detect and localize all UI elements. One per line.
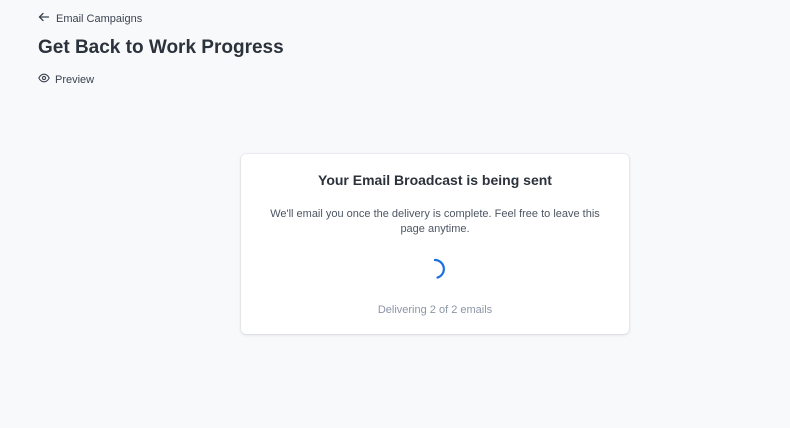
eye-icon [38, 72, 50, 87]
sending-status-card: Your Email Broadcast is being sent We'll… [241, 154, 629, 334]
delivery-status-text: Delivering 2 of 2 emails [377, 304, 493, 316]
preview-label: Preview [55, 73, 95, 86]
page-title: Get Back to Work Progress [38, 37, 284, 58]
loading-spinner-icon [423, 257, 447, 281]
card-message: We'll email you once the delivery is com… [270, 208, 600, 235]
arrow-left-icon [38, 11, 50, 26]
back-link[interactable]: Email Campaigns [38, 11, 142, 26]
back-link-label: Email Campaigns [56, 12, 143, 25]
preview-button[interactable]: Preview [38, 72, 94, 87]
card-title: Your Email Broadcast is being sent [318, 172, 552, 188]
page: Email Campaigns Get Back to Work Progres… [0, 0, 790, 428]
